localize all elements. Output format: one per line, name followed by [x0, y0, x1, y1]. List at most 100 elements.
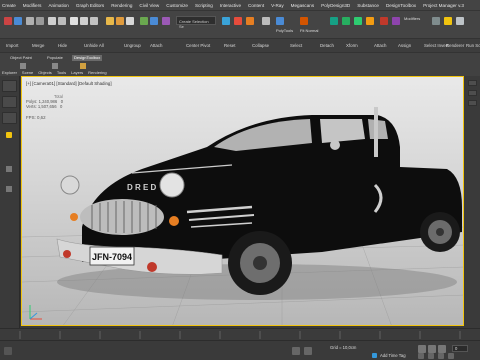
render-icon[interactable] [246, 17, 254, 25]
redo-icon[interactable] [14, 17, 22, 25]
tool-center-pivot[interactable]: Center Pivot [186, 43, 210, 48]
menu-item-graph-editors[interactable]: Graph Editors [76, 3, 104, 8]
render-setup-icon[interactable] [234, 17, 242, 25]
vray-light-icon[interactable] [366, 17, 374, 25]
tab-populate[interactable]: Populate [45, 55, 65, 61]
tool-select[interactable]: Select [290, 43, 302, 48]
orbit-icon[interactable] [438, 353, 444, 359]
menu-item-megascans[interactable]: Megascans [291, 3, 315, 8]
link-icon[interactable] [26, 17, 34, 25]
viewport-label[interactable]: [+] [Camera01] [Standard] [Default Shadi… [26, 81, 112, 86]
pan-icon[interactable] [428, 353, 434, 359]
tool-attach[interactable]: Attach [374, 43, 386, 48]
zoom-icon[interactable] [418, 353, 424, 359]
create-panel-icon[interactable] [468, 80, 477, 86]
menu-item-customize[interactable]: Customize [166, 3, 188, 8]
proxy-icon[interactable] [392, 17, 400, 25]
play-icon[interactable] [428, 345, 436, 353]
unlink-icon[interactable] [36, 17, 44, 25]
menu-item-modifiers[interactable]: Modifiers [23, 3, 42, 8]
snap-icon[interactable] [106, 17, 114, 25]
tool-run-script[interactable]: Run Script [466, 43, 480, 48]
menu-item-project-manager-v-3[interactable]: Project Manager v.3 [423, 3, 464, 8]
rotate-icon[interactable] [80, 17, 88, 25]
hierarchy-icon[interactable] [6, 166, 12, 172]
sphere-icon[interactable] [380, 17, 388, 25]
menu-item-create[interactable]: Create [2, 3, 16, 8]
layer-icon[interactable] [162, 17, 170, 25]
align-icon[interactable] [150, 17, 158, 25]
polytools-label: PolyTools [276, 28, 294, 33]
material-editor-icon[interactable] [222, 17, 230, 25]
tool-hide[interactable]: Hide [58, 43, 67, 48]
star-icon[interactable] [444, 17, 452, 25]
verts-selected: 0 [60, 104, 63, 109]
fps-label: FPS: [26, 115, 36, 120]
settings-icon[interactable] [432, 17, 440, 25]
menu-item-civil-view[interactable]: Civil View [139, 3, 159, 8]
vray-render-icon[interactable] [342, 17, 350, 25]
polytools-icon[interactable] [276, 17, 284, 25]
tool-ungroup[interactable]: Ungroup [124, 43, 141, 48]
tool-renderer[interactable]: Renderer [446, 43, 464, 48]
verts-value: 1,507,656 [37, 104, 57, 109]
viewport-camera[interactable]: JFN-7094 D R E D [+] [Camera01] [Standar… [21, 76, 464, 326]
tool-unhide-all[interactable]: Unhide All [84, 43, 104, 48]
menu-item-substance[interactable]: Substance [357, 3, 379, 8]
tool-import[interactable]: Import [6, 43, 18, 48]
fit-normal-icon[interactable] [300, 17, 308, 25]
mirror-icon[interactable] [140, 17, 148, 25]
hierarchy-panel-icon[interactable] [468, 100, 477, 106]
menu-item-designtoolbox[interactable]: DesignToolbox [386, 3, 416, 8]
tool-select-invert[interactable]: Select Invert [424, 43, 448, 48]
curve-editor-icon[interactable] [262, 17, 270, 25]
undo-icon[interactable] [4, 17, 12, 25]
vray-icon[interactable] [330, 17, 338, 25]
maxscript-icon[interactable] [4, 347, 12, 355]
select-by-name-icon[interactable] [58, 17, 66, 25]
menu-item-interactive[interactable]: Interactive [220, 3, 241, 8]
populate-icon[interactable] [52, 63, 58, 69]
display-tool-icon[interactable] [2, 96, 17, 108]
time-tag-icon[interactable] [372, 353, 377, 358]
menu-item-animation[interactable]: Animation [48, 3, 68, 8]
highlight-icon[interactable] [6, 132, 12, 138]
menu-item-scripting[interactable]: Scripting [195, 3, 213, 8]
angle-snap-icon[interactable] [116, 17, 124, 25]
scale-icon[interactable] [90, 17, 98, 25]
tool-merge[interactable]: Merge [32, 43, 44, 48]
menu-item-rendering[interactable]: Rendering [111, 3, 132, 8]
percent-snap-icon[interactable] [126, 17, 134, 25]
selection-set-dropdown[interactable]: Create Selection Se [176, 16, 216, 29]
tab-object-paint[interactable]: Object Paint [8, 55, 34, 61]
toolbox-icon[interactable] [80, 63, 86, 69]
filter-tool-icon[interactable] [2, 112, 17, 124]
menu-item-polydesign3d[interactable]: PolyDesign3D [321, 3, 350, 8]
menu-bar: Create Modifiers Animation Graph Editors Ren… [0, 0, 480, 10]
tool-attach[interactable]: Attach [150, 43, 162, 48]
timeline[interactable] [0, 328, 480, 340]
vray-frame-icon[interactable] [354, 17, 362, 25]
tool-collapse[interactable]: Collapse [252, 43, 269, 48]
frame-field[interactable]: 0 [452, 345, 468, 352]
tool-detach[interactable]: Detach [320, 43, 334, 48]
go-start-icon[interactable] [418, 345, 426, 353]
select-tool-icon[interactable] [2, 80, 17, 92]
tool-assign[interactable]: Assign [398, 43, 411, 48]
select-icon[interactable] [48, 17, 56, 25]
tab-design-toolbox[interactable]: DesignToolbox [72, 55, 103, 61]
modify-panel-icon[interactable] [468, 90, 477, 96]
move-icon[interactable] [70, 17, 78, 25]
paint-icon[interactable] [20, 63, 26, 69]
lock-icon[interactable] [292, 347, 300, 355]
tool-reset[interactable]: Reset [224, 43, 235, 48]
menu-item-content[interactable]: Content [248, 3, 264, 8]
more-icon[interactable] [456, 17, 464, 25]
menu-item-v-ray[interactable]: V-Ray [271, 3, 284, 8]
add-time-tag-button[interactable]: Add Time Tag [380, 353, 406, 358]
go-end-icon[interactable] [438, 345, 446, 353]
tool-xform[interactable]: Xform [346, 43, 358, 48]
maximize-icon[interactable] [448, 353, 454, 359]
layer-explorer-icon[interactable] [6, 186, 12, 192]
isolate-icon[interactable] [304, 347, 312, 355]
